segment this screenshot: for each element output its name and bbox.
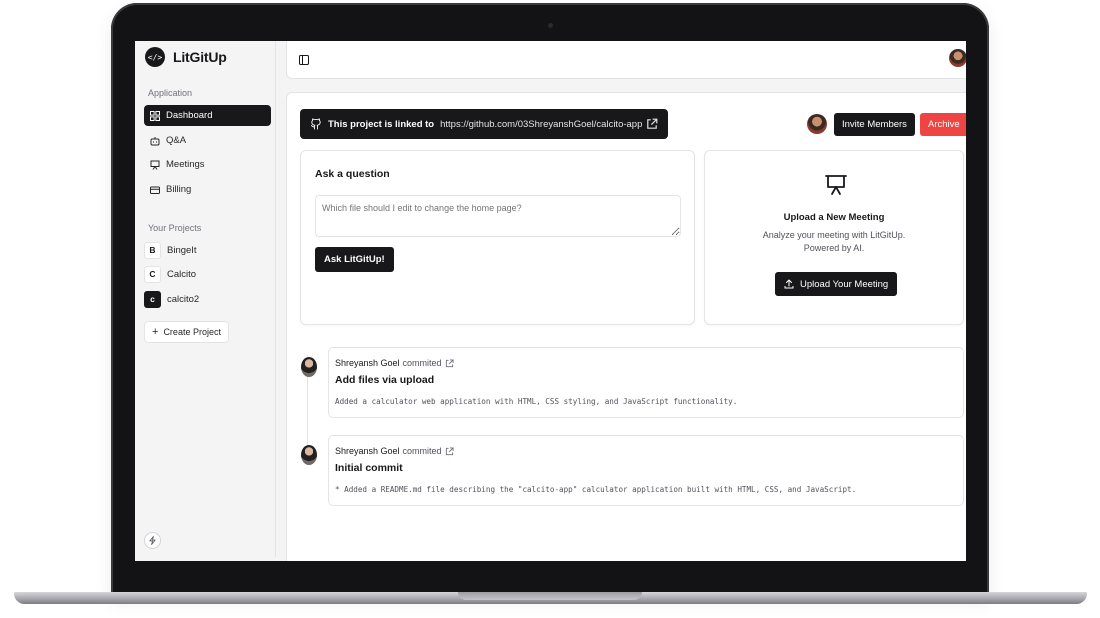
brand[interactable]: </> LitGitUp (145, 47, 227, 67)
webcam (548, 23, 553, 28)
upload-meeting-card: Upload a New Meeting Analyze your meetin… (704, 150, 964, 325)
commit-action: commited (402, 358, 442, 368)
invite-members-button[interactable]: Invite Members (834, 113, 915, 136)
commit-meta: Shreyansh Goel commited (335, 446, 454, 456)
sidebar-item-dashboard[interactable]: Dashboard (144, 105, 271, 126)
project-name: BingeIt (167, 244, 197, 256)
upload-desc-line: Analyze your meeting with LitGitUp. (762, 230, 906, 240)
bolt-icon (149, 536, 156, 545)
credit-card-icon (149, 184, 160, 195)
ask-litgitup-button[interactable]: Ask LitGitUp! (315, 247, 394, 272)
dashboard-icon (149, 110, 160, 121)
plus-icon: + (152, 325, 159, 338)
top-bar (286, 41, 966, 79)
commit-author: Shreyansh Goel (335, 358, 400, 368)
commit-card: Shreyansh Goel commited Add files via up… (328, 347, 964, 418)
project-name: calcito2 (167, 293, 200, 305)
create-project-label: Create Project (163, 327, 221, 337)
sidebar: </> LitGitUp Application Dashboard Q&A M… (135, 41, 276, 557)
sidebar-item-label: Dashboard (166, 110, 213, 121)
commit-author: Shreyansh Goel (335, 446, 400, 456)
user-avatar[interactable] (949, 49, 966, 67)
commit-author-avatar (301, 357, 317, 377)
external-link-icon[interactable] (445, 358, 454, 368)
sidebar-item-meetings[interactable]: Meetings (144, 154, 271, 175)
upload-meeting-description: Analyze your meeting with LitGitUp. Powe… (705, 229, 963, 255)
presentation-icon (149, 159, 160, 170)
github-icon (311, 118, 321, 130)
bot-icon (149, 135, 160, 146)
commit-action: commited (402, 446, 442, 456)
ask-question-title: Ask a question (315, 168, 390, 180)
project-name: Calcito (167, 268, 197, 280)
laptop-notch (458, 592, 642, 600)
project-initial-badge: B (144, 241, 161, 259)
project-initial-badge: C (144, 265, 161, 283)
sidebar-item-label: Billing (166, 184, 192, 195)
projects-section-label: Your Projects (148, 223, 202, 233)
upload-meeting-title: Upload a New Meeting (783, 212, 885, 223)
upload-desc-line: Powered by AI. (803, 243, 865, 253)
app-screen: </> LitGitUp Application Dashboard Q&A M… (135, 41, 966, 561)
project-item-bingeit[interactable]: B BingeIt (144, 240, 197, 260)
repo-link-banner: This project is linked to https://github… (300, 109, 669, 139)
commit-meta: Shreyansh Goel commited (335, 358, 454, 368)
sidebar-item-label: Q&A (166, 135, 187, 146)
sidebar-item-billing[interactable]: Billing (144, 179, 271, 200)
ask-question-card: Ask a question Ask LitGitUp! (300, 150, 695, 325)
question-input[interactable] (315, 195, 681, 237)
sidebar-item-label: Meetings (166, 159, 205, 170)
member-avatar (807, 114, 827, 134)
external-link-icon (647, 118, 658, 129)
archive-button[interactable]: Archive (920, 113, 966, 136)
linked-prefix: This project is linked to (328, 118, 435, 130)
sidebar-toggle-icon[interactable] (299, 55, 309, 65)
commit-card: Shreyansh Goel commited Initial commit *… (328, 435, 964, 506)
brand-name: LitGitUp (173, 49, 227, 65)
upload-button-label: Upload Your Meeting (800, 278, 889, 290)
project-initial-badge: c (144, 290, 161, 308)
application-section-label: Application (148, 88, 193, 98)
commit-title: Initial commit (335, 462, 403, 474)
external-link-icon[interactable] (445, 446, 454, 456)
repo-link[interactable]: https://github.com/03ShreyanshGoel/calci… (440, 118, 658, 130)
main-panel: This project is linked to https://github… (286, 92, 966, 561)
create-project-button[interactable]: + Create Project (144, 321, 229, 343)
code-logo-icon: </> (145, 47, 165, 67)
bolt-button[interactable] (144, 532, 161, 549)
sidebar-item-qa[interactable]: Q&A (144, 130, 271, 151)
commit-summary: Added a calculator web application with … (335, 397, 738, 406)
repo-url: https://github.com/03ShreyanshGoel/calci… (440, 118, 643, 130)
upload-meeting-button[interactable]: Upload Your Meeting (775, 272, 898, 296)
project-item-calcito[interactable]: C Calcito (144, 264, 196, 284)
commit-title: Add files via upload (335, 374, 435, 386)
upload-icon (784, 279, 794, 289)
commit-summary: * Added a README.md file describing the … (335, 485, 857, 494)
presentation-icon (825, 175, 847, 195)
project-item-calcito2[interactable]: c calcito2 (144, 289, 199, 309)
commit-author-avatar (301, 445, 317, 465)
